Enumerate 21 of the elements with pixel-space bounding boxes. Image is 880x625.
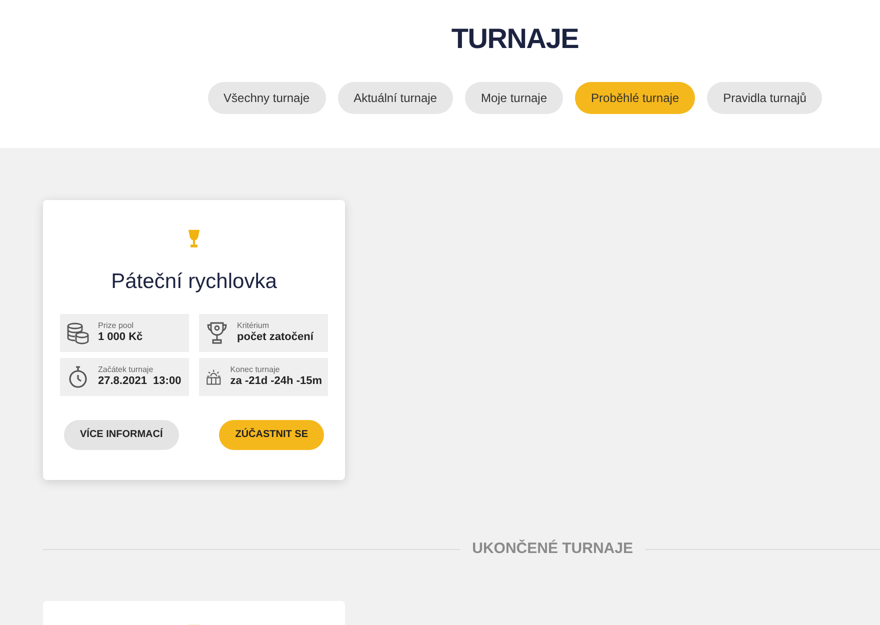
- info-icon: [66, 364, 90, 388]
- page-title: TURNAJE: [451, 22, 579, 56]
- filter-tab[interactable]: Moje turnaje: [464, 82, 564, 114]
- tournament-title: Páteční rychlovka: [111, 269, 277, 295]
- info-label: Prize pool: [98, 320, 135, 331]
- info-label: Konec turnaje: [230, 364, 281, 375]
- more-info-button[interactable]: VÍCE INFORMACÍ: [64, 420, 179, 450]
- info-icon: [66, 320, 90, 344]
- info-label: Kritérium: [237, 320, 270, 331]
- info-value: 27.8.2021 13:00: [98, 374, 182, 388]
- info-icon: [205, 320, 229, 344]
- filter-tab[interactable]: Proběhlé turnaje: [575, 82, 696, 114]
- filter-tab[interactable]: Aktuální turnaje: [338, 82, 453, 114]
- filter-tab[interactable]: Pravidla turnajů: [707, 82, 822, 114]
- filter-tab[interactable]: Všechny turnaje: [208, 82, 326, 114]
- section-heading: UKONČENÉ TURNAJE: [471, 538, 634, 559]
- info-label: Začátek turnaje: [98, 364, 154, 375]
- info-value: za -21d -24h -15m: [230, 374, 322, 388]
- info-value: 1 000 Kč: [98, 330, 143, 344]
- join-button[interactable]: ZÚČASTNIT SE: [219, 420, 324, 450]
- info-value: počet zatočení: [237, 330, 314, 344]
